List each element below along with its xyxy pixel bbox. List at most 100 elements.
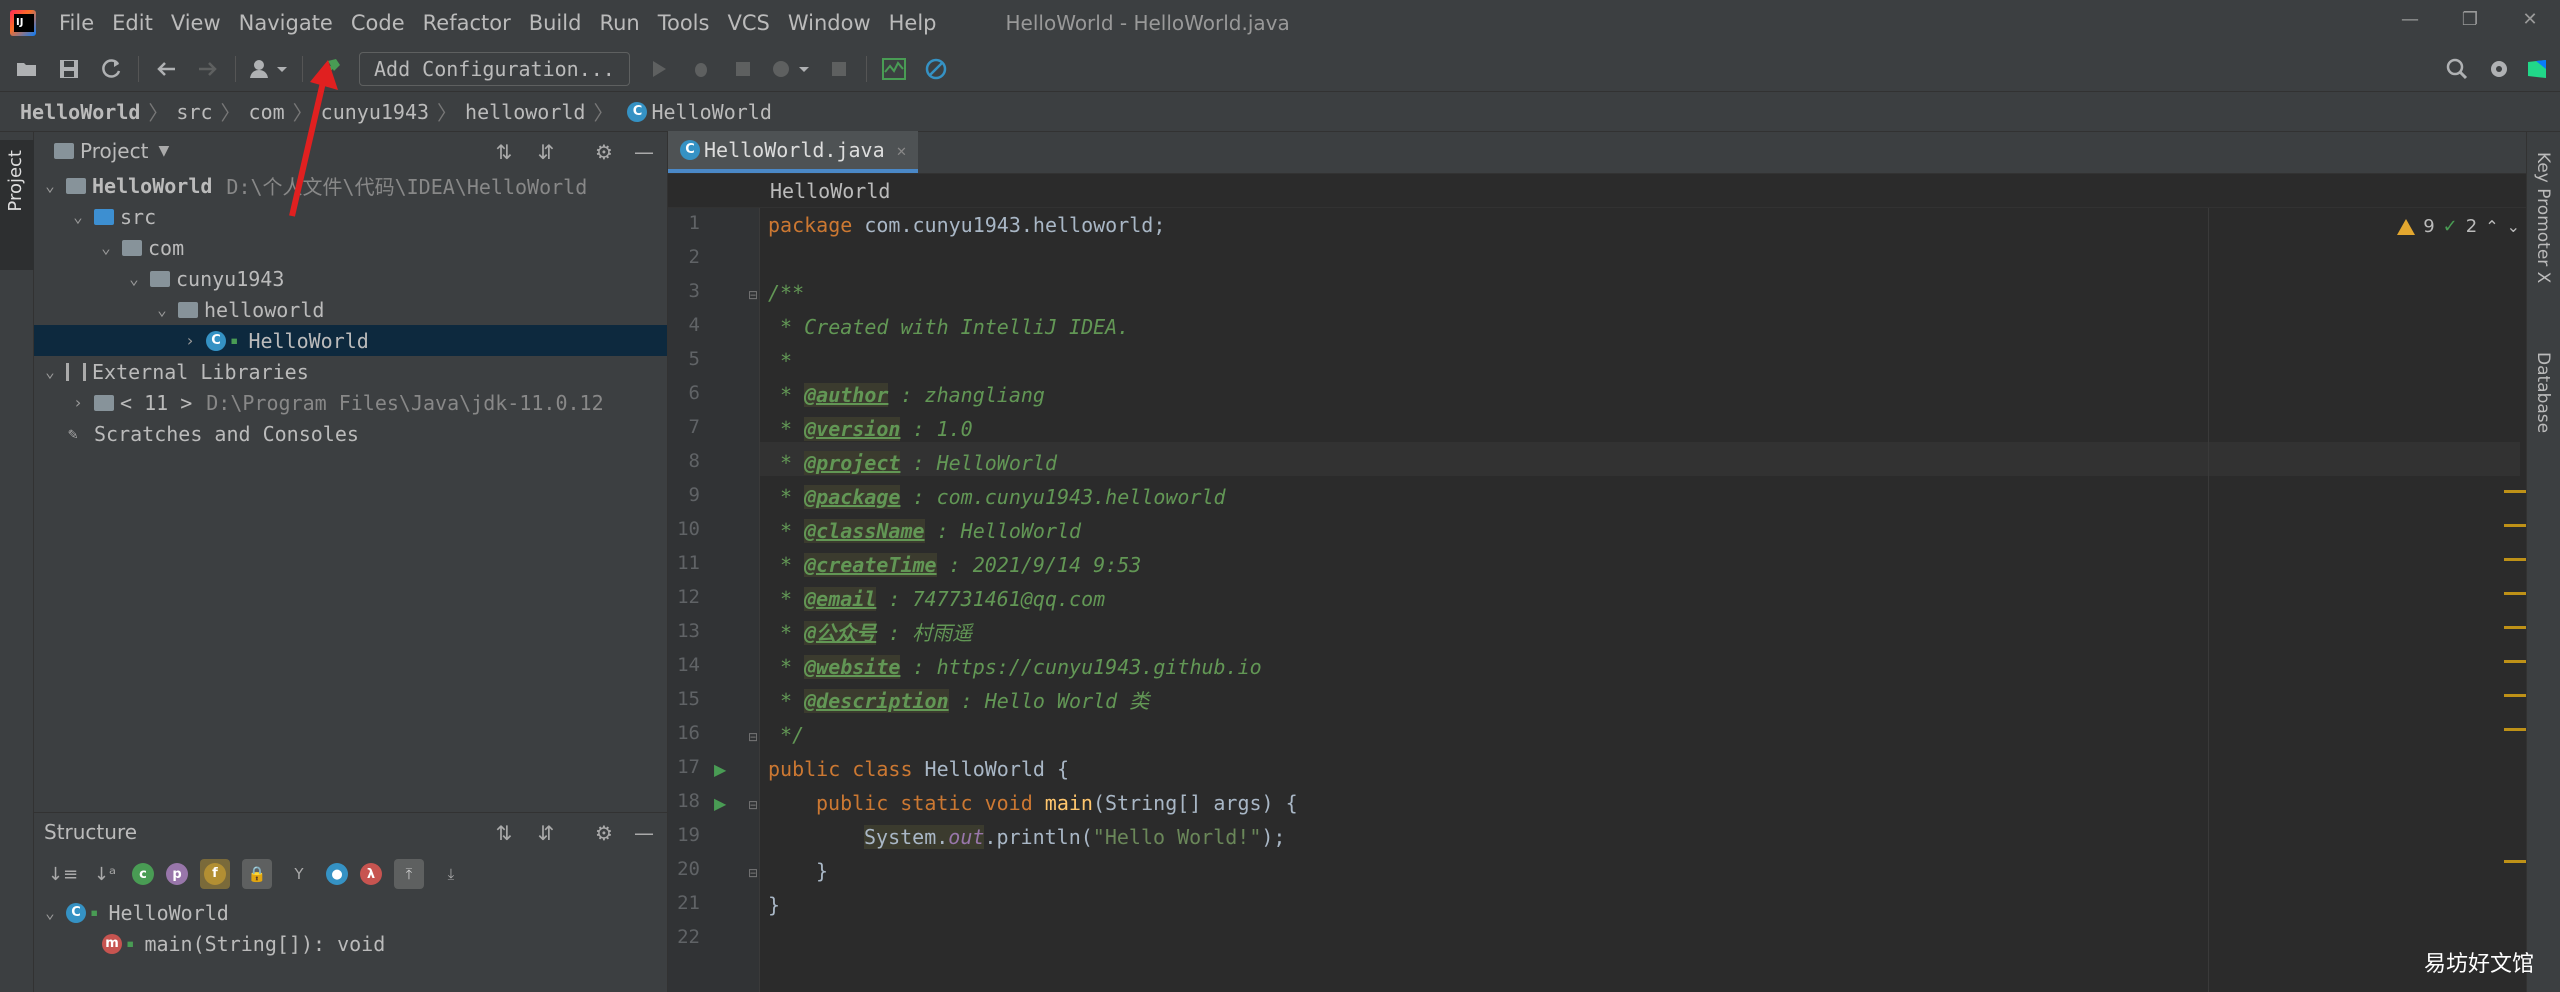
view-dropdown-icon[interactable]: ▼ — [158, 143, 169, 159]
menu-navigate[interactable]: Navigate — [230, 0, 342, 46]
breadcrumb-class[interactable]: HelloWorld — [651, 100, 771, 124]
warning-stripe-mark[interactable] — [2504, 592, 2526, 595]
show-anonymous-icon[interactable]: Y — [284, 859, 314, 889]
settings-gear-icon[interactable] — [2482, 52, 2516, 86]
expand-arrow-icon[interactable]: ⌄ — [96, 238, 116, 257]
debug-icon[interactable] — [684, 52, 718, 86]
breadcrumb-helloworld[interactable]: helloworld — [465, 100, 585, 124]
toolbox-icon[interactable] — [2520, 52, 2554, 86]
tree-row-external-libraries[interactable]: ⌄ External Libraries — [34, 356, 667, 387]
project-tool-tab[interactable]: Project — [0, 140, 34, 270]
run-gutter-icon[interactable]: ▶ — [714, 760, 726, 779]
sync-icon[interactable] — [94, 52, 128, 86]
previous-highlight-icon[interactable]: ⌃ — [2485, 217, 2498, 236]
tree-row-com[interactable]: ⌄ com — [34, 232, 667, 263]
project-panel-title[interactable]: Project — [80, 139, 148, 163]
breadcrumb-src[interactable]: src — [176, 100, 212, 124]
autoscroll-to-source-icon[interactable]: ⤒ — [394, 859, 424, 889]
panel-settings-gear-icon[interactable]: ⚙ — [590, 138, 618, 166]
menu-file[interactable]: File — [50, 0, 103, 46]
back-arrow-icon[interactable] — [149, 52, 183, 86]
warning-stripe-mark[interactable] — [2504, 728, 2526, 731]
show-inherited-icon[interactable]: c — [132, 863, 154, 885]
collapse-arrow-icon[interactable]: › — [180, 331, 200, 350]
expand-arrow-icon[interactable]: ⌄ — [40, 176, 60, 195]
hide-panel-icon[interactable]: — — [630, 138, 658, 166]
hide-panel-icon[interactable]: — — [630, 819, 658, 847]
menu-build[interactable]: Build — [520, 0, 591, 46]
editor-breadcrumb[interactable]: HelloWorld — [668, 174, 2526, 208]
menu-tools[interactable]: Tools — [649, 0, 719, 46]
warning-stripe-mark[interactable] — [2504, 660, 2526, 663]
open-folder-icon[interactable] — [10, 52, 44, 86]
show-properties-icon[interactable]: p — [166, 863, 188, 885]
expand-arrow-icon[interactable]: ⌄ — [40, 903, 60, 922]
sort-visibility-icon[interactable]: ↓≡ — [48, 859, 78, 889]
fold-icon[interactable]: ⊟ — [748, 288, 758, 302]
fold-icon[interactable]: ⊟ — [748, 730, 758, 744]
close-tab-icon[interactable]: ✕ — [897, 141, 907, 160]
show-lambda-icon[interactable]: λ — [360, 863, 382, 885]
warning-stripe-mark[interactable] — [2504, 558, 2526, 561]
add-configuration-button[interactable]: Add Configuration... — [359, 51, 630, 86]
profile-dropdown-icon[interactable] — [768, 52, 814, 86]
tree-row-src[interactable]: ⌄ src — [34, 201, 667, 232]
tree-row-helloworld-class[interactable]: › C ▪ HelloWorld — [34, 325, 667, 356]
tree-row-jdk[interactable]: › < 11 > D:\Program Files\Java\jdk-11.0.… — [34, 387, 667, 418]
expand-all-icon[interactable]: ⇅ — [490, 138, 518, 166]
menu-code[interactable]: Code — [342, 0, 414, 46]
sort-alpha-icon[interactable]: ↓ᵃ — [90, 859, 120, 889]
menu-view[interactable]: View — [162, 0, 230, 46]
expand-arrow-icon[interactable]: ⌄ — [68, 207, 88, 226]
tree-row-helloworld-package[interactable]: ⌄ helloworld — [34, 294, 667, 325]
warning-stripe-mark[interactable] — [2504, 626, 2526, 629]
fold-icon[interactable]: ⊟ — [748, 866, 758, 880]
expand-arrow-icon[interactable]: ⌄ — [152, 300, 172, 319]
close-window-button[interactable]: ✕ — [2500, 0, 2560, 40]
stop-icon[interactable] — [822, 52, 856, 86]
statistic-icon[interactable] — [877, 52, 911, 86]
menu-vcs[interactable]: VCS — [718, 0, 778, 46]
menu-refactor[interactable]: Refactor — [414, 0, 520, 46]
expand-arrow-icon[interactable]: ⌄ — [124, 269, 144, 288]
save-all-icon[interactable] — [52, 52, 86, 86]
minimize-button[interactable]: — — [2380, 0, 2440, 40]
warning-stripe-mark[interactable] — [2504, 490, 2526, 493]
warning-stripe-mark[interactable] — [2504, 524, 2526, 527]
menu-edit[interactable]: Edit — [103, 0, 162, 46]
panel-settings-gear-icon[interactable]: ⚙ — [590, 819, 618, 847]
collapse-all-icon[interactable]: ⇵ — [532, 819, 560, 847]
forward-arrow-icon[interactable] — [191, 52, 225, 86]
next-highlight-icon[interactable]: ⌄ — [2507, 217, 2520, 236]
show-non-public-icon[interactable]: 🔒 — [242, 859, 272, 889]
show-lambdas-icon[interactable]: ● — [326, 863, 348, 885]
breadcrumb-project[interactable]: HelloWorld — [20, 100, 140, 124]
warning-stripe-mark[interactable] — [2504, 694, 2526, 697]
fold-icon[interactable]: ⊟ — [748, 798, 758, 812]
collapse-arrow-icon[interactable]: › — [68, 393, 88, 412]
database-tab[interactable]: Database — [2533, 352, 2553, 433]
menu-help[interactable]: Help — [880, 0, 946, 46]
warning-stripe-mark[interactable] — [2504, 860, 2526, 863]
power-save-icon[interactable] — [919, 52, 953, 86]
run-icon[interactable] — [642, 52, 676, 86]
run-gutter-icon[interactable]: ▶ — [714, 794, 726, 813]
show-fields-icon[interactable]: f — [200, 859, 230, 889]
collapse-all-icon[interactable]: ⇵ — [532, 138, 560, 166]
autoscroll-from-source-icon[interactable]: ⤓ — [436, 859, 466, 889]
tab-helloworld-java[interactable]: C HelloWorld.java ✕ — [668, 131, 919, 173]
menu-window[interactable]: Window — [779, 0, 880, 46]
structure-row-method[interactable]: m ▪ main(String[]): void — [34, 928, 667, 959]
coverage-icon[interactable] — [726, 52, 760, 86]
restore-button[interactable]: ❐ — [2440, 0, 2500, 40]
tree-row-scratches[interactable]: ✎ Scratches and Consoles — [34, 418, 667, 449]
expand-arrow-icon[interactable]: ⌄ — [40, 362, 60, 381]
tree-row-project[interactable]: ⌄ HelloWorld D:\个人文件\代码\IDEA\HelloWorld — [34, 170, 667, 201]
expand-all-icon[interactable]: ⇅ — [490, 819, 518, 847]
key-promoter-tab[interactable]: Key Promoter X — [2533, 152, 2553, 283]
inspection-widget[interactable]: 9 ✓ 2 ⌃ ⌄ — [2397, 216, 2520, 237]
search-everywhere-icon[interactable] — [2440, 52, 2474, 86]
tree-row-cunyu1943[interactable]: ⌄ cunyu1943 — [34, 263, 667, 294]
structure-row-class[interactable]: ⌄ C ▪ HelloWorld — [34, 897, 667, 928]
menu-run[interactable]: Run — [590, 0, 648, 46]
